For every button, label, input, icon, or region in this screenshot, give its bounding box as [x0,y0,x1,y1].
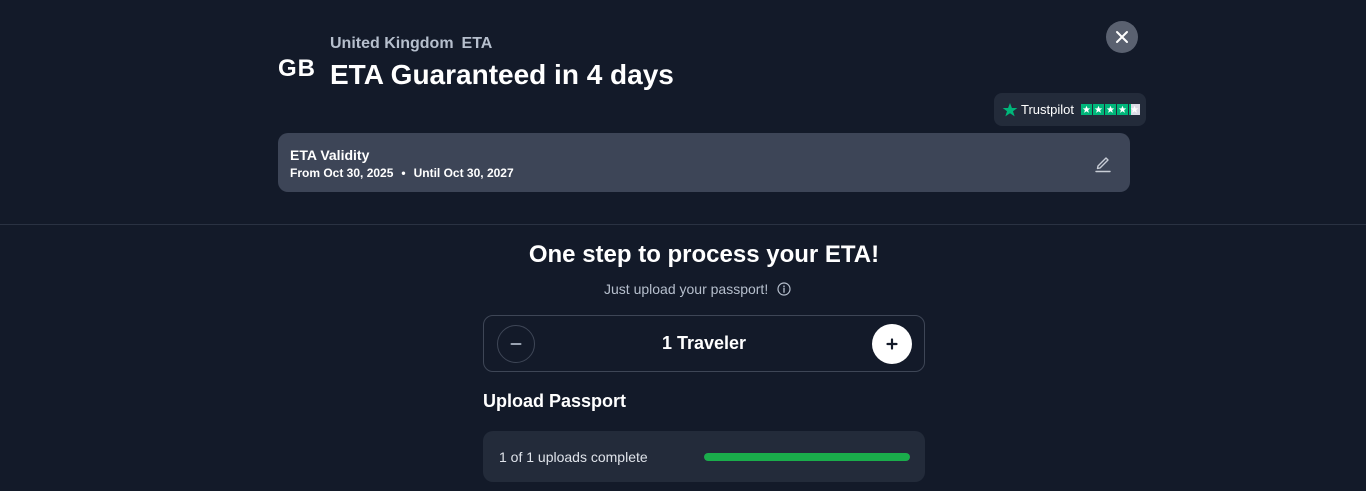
rating-star-icon [1092,104,1104,115]
validity-until: Until Oct 30, 2027 [413,166,514,180]
validity-separator: • [401,166,406,180]
step-title: One step to process your ETA! [528,241,880,268]
step-subtitle-text: Just upload your passport! [604,281,769,297]
rating-star-icon [1080,104,1092,115]
country-label: United Kingdom ETA [330,35,492,53]
upload-passport-title: Upload Passport [483,391,627,411]
info-icon[interactable] [777,282,791,296]
country-code-badge: GB [278,55,316,82]
trustpilot-star-icon [1002,102,1018,116]
validity-dates: From Oct 30, 2025 • Until Oct 30, 2027 [290,166,514,180]
upload-progress-bar [704,453,910,461]
rating-star-partial-icon [1128,104,1140,115]
trustpilot-badge[interactable]: Trustpilot [994,93,1146,126]
step-subtitle: Just upload your passport! [604,281,791,297]
close-button[interactable] [1106,21,1138,53]
country-name: United Kingdom [330,35,454,52]
add-traveler-button[interactable] [872,324,912,364]
section-divider [0,224,1366,225]
page-title: ETA Guaranteed in 4 days [330,59,674,90]
traveler-count: 1 Traveler [661,333,747,353]
eta-application-page: GB United Kingdom ETA ETA Guaranteed in 4… [0,0,1366,491]
upload-progress-card: 1 of 1 uploads complete [483,431,925,482]
eta-validity-card: ETA Validity From Oct 30, 2025 • Until Oct… [278,133,1130,192]
close-icon [1116,31,1128,43]
validity-title: ETA Validity [290,147,370,163]
plus-icon [886,338,898,350]
trustpilot-rating [1080,104,1140,115]
rating-star-icon [1116,104,1128,115]
product-name: ETA [461,35,493,52]
validity-from: From Oct 30, 2025 [290,166,394,180]
trustpilot-label: Trustpilot [1021,102,1074,117]
upload-status-text: 1 of 1 uploads complete [499,449,648,465]
rating-star-icon [1104,104,1116,115]
pencil-icon [1095,157,1111,173]
upload-progress-fill [704,453,910,461]
edit-validity-button[interactable] [1094,153,1112,173]
traveler-stepper: 1 Traveler [483,315,925,372]
